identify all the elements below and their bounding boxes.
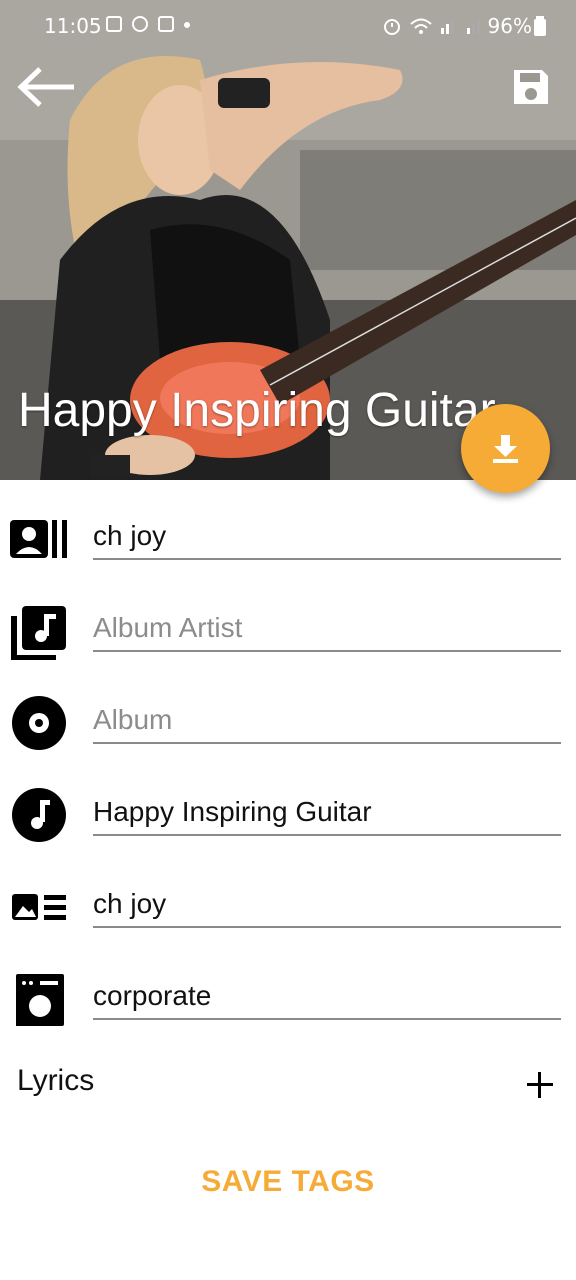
download-artwork-button[interactable]: [461, 404, 550, 493]
download-icon: [493, 435, 518, 463]
status-time: 11:05: [44, 14, 102, 38]
signal-2-icon: [467, 20, 480, 34]
app-icon: [132, 16, 148, 32]
album-field[interactable]: [93, 698, 561, 744]
save-tags-button[interactable]: SAVE TAGS: [188, 1158, 388, 1206]
wifi-icon: [410, 18, 432, 34]
more-dot-icon: [184, 22, 190, 28]
alarm-icon: [384, 19, 400, 35]
artist-icon: [10, 520, 67, 558]
instagram-icon: [158, 16, 174, 32]
lyrics-label[interactable]: Lyrics: [17, 1064, 94, 1098]
signal-icon: [441, 20, 454, 34]
album-artist-icon: [11, 606, 66, 660]
album-disc-icon: [12, 696, 66, 750]
artist-field[interactable]: [93, 514, 561, 560]
save-disk-icon[interactable]: [512, 68, 550, 106]
song-title-header: Happy Inspiring Guitar: [18, 384, 496, 437]
composer-icon: [12, 894, 66, 920]
status-bar: 11:05 96%: [0, 0, 576, 52]
system-icons: [382, 16, 484, 36]
title-field[interactable]: [93, 790, 561, 836]
composer-field[interactable]: [93, 882, 561, 928]
album-row: [0, 684, 576, 754]
amplifier-icon: [16, 974, 64, 1026]
battery-text: 96%: [487, 14, 532, 38]
back-arrow-icon[interactable]: [16, 64, 76, 110]
genre-row: [0, 960, 576, 1030]
gallery-icon: [106, 16, 122, 32]
album-artist-row: [0, 592, 576, 662]
artist-row: [0, 500, 576, 570]
composer-row: [0, 868, 576, 938]
album-artist-field[interactable]: [93, 606, 561, 652]
notification-icons: [106, 16, 190, 32]
music-note-icon: [12, 788, 66, 842]
genre-field[interactable]: [93, 974, 561, 1020]
add-lyrics-plus-icon[interactable]: [526, 1071, 554, 1099]
battery-icon: [534, 16, 546, 36]
title-row: [0, 776, 576, 846]
